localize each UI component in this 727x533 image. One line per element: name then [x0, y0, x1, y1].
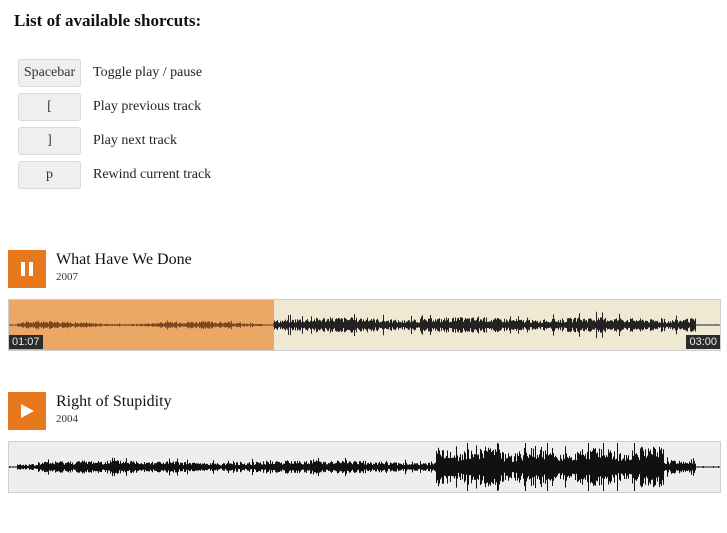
track-title: Right of Stupidity: [56, 393, 172, 410]
duration: 03:00: [686, 335, 720, 349]
key-close-bracket: ]: [18, 127, 81, 155]
track-year: 2007: [56, 271, 78, 283]
waveform-graphic: [9, 300, 720, 350]
current-time: 01:07: [9, 335, 43, 349]
key-spacebar: Spacebar: [18, 59, 81, 87]
shortcut-description: Rewind current track: [93, 167, 212, 182]
track-title: What Have We Done: [56, 251, 192, 268]
track-year: 2004: [56, 413, 78, 425]
shortcut-row-next: ] Play next track: [18, 126, 177, 156]
waveform-seekbar[interactable]: [8, 441, 721, 493]
track-player-1: What Have We Done 2007 01:07 03:00: [8, 250, 721, 351]
shortcut-row-previous: [ Play previous track: [18, 92, 201, 122]
shortcut-description: Play previous track: [93, 99, 202, 114]
play-icon: [21, 404, 34, 418]
shortcuts-heading: List of available shorcuts:: [14, 11, 202, 30]
waveform-seekbar[interactable]: 01:07 03:00: [8, 299, 721, 351]
shortcut-description: Play next track: [93, 133, 177, 148]
key-p: p: [18, 161, 81, 189]
pause-icon: [21, 262, 33, 276]
pause-button[interactable]: [8, 250, 46, 288]
track-player-2: Right of Stupidity 2004: [8, 392, 721, 493]
waveform-graphic: [9, 442, 720, 492]
shortcut-row-rewind: p Rewind current track: [18, 160, 211, 190]
play-button[interactable]: [8, 392, 46, 430]
shortcut-description: Toggle play / pause: [93, 65, 203, 80]
shortcut-row-spacebar: Spacebar Toggle play / pause: [18, 58, 202, 88]
key-open-bracket: [: [18, 93, 81, 121]
